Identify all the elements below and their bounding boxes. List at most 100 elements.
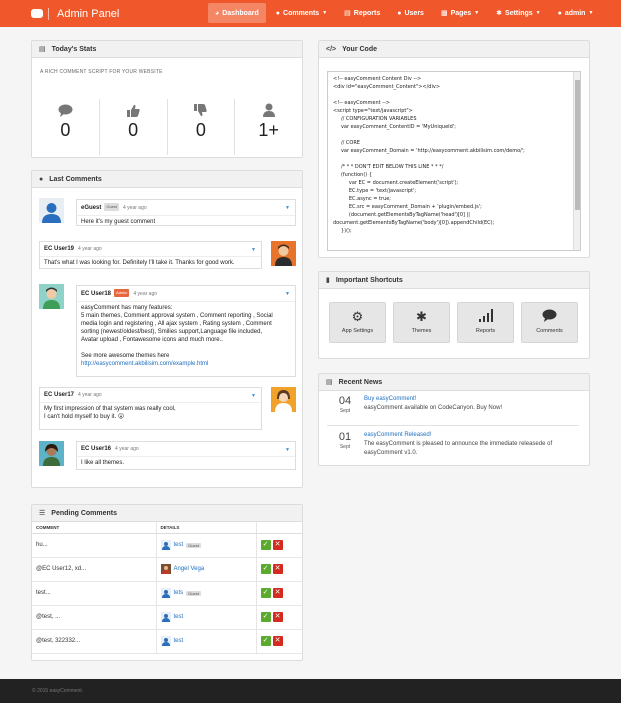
table-row: @EC User12, xd... Angel Vega ✓ ✕: [32, 557, 302, 582]
nav-label: Dashboard: [222, 9, 259, 17]
delete-button[interactable]: ✕: [272, 588, 283, 598]
nav-comments[interactable]: ● Comments ▼: [269, 3, 334, 23]
chevron-down-icon[interactable]: ▼: [285, 204, 290, 212]
comment-text: media login and registering , All ajax s…: [81, 321, 272, 327]
divider: [77, 456, 295, 457]
delete-button[interactable]: ✕: [272, 540, 283, 550]
brand[interactable]: Admin Panel: [31, 0, 119, 27]
pending-user-link[interactable]: test: [174, 542, 184, 548]
shortcut-label: Reports: [475, 328, 496, 334]
nav-pages[interactable]: ▩ Pages ▼: [434, 3, 486, 23]
comment-icon: [32, 99, 99, 117]
last-comments-panel: ● Last Comments eGuest Guest 4 year ago ▼ …: [31, 170, 303, 488]
comment-author[interactable]: EC User19: [44, 246, 74, 252]
your-code-panel: </> Your Code <!-- easyComment Content D…: [318, 40, 590, 258]
pending-actions: ✓ ✕: [255, 557, 302, 582]
news-day: 04: [338, 395, 352, 407]
panel-header: ● Last Comments: [32, 171, 302, 188]
chevron-down-icon: ▼: [474, 10, 480, 16]
nav-label: Pages: [450, 9, 472, 17]
divider: [77, 301, 295, 302]
stat-value: 0: [128, 120, 139, 140]
news-title-link[interactable]: Buy easyComment!: [364, 395, 578, 404]
guest-badge: Guest: [186, 590, 201, 596]
chevron-down-icon[interactable]: ▼: [251, 392, 256, 400]
list-icon: ☰: [39, 510, 46, 517]
embed-code-textarea[interactable]: <!-- easyComment Content Div --> <div id…: [327, 71, 581, 251]
pending-actions: ✓ ✕: [255, 605, 302, 630]
approve-button[interactable]: ✓: [260, 612, 271, 622]
thumbs-down-icon: [168, 99, 235, 117]
nav-dashboard[interactable]: ◕ Dashboard: [208, 3, 266, 23]
shortcut-comments[interactable]: Comments: [521, 302, 578, 343]
nav-reports[interactable]: ▤ Reports: [337, 3, 387, 23]
pending-user-link[interactable]: test: [174, 638, 184, 644]
comment-bubble: EC User16 4 year ago ▼ I like all themes.: [76, 441, 296, 470]
thumbs-up-icon: [100, 99, 167, 117]
delete-button[interactable]: ✕: [272, 636, 283, 646]
pending-comment-text: hu...: [32, 533, 156, 558]
comment-author[interactable]: eGuest: [81, 205, 101, 211]
shortcut-label: App Settings: [341, 328, 374, 334]
nav-label: Users: [404, 9, 424, 17]
scrollbar-thumb[interactable]: [575, 80, 580, 210]
nav-user-menu[interactable]: ● admin ▼: [551, 3, 601, 23]
pending-user-cell: test: [155, 605, 256, 630]
nav-settings[interactable]: ✱ Settings ▼: [489, 3, 547, 23]
comment-icon: ●: [275, 9, 281, 17]
report-icon: ▤: [344, 10, 351, 17]
shortcut-label: Comments: [536, 328, 563, 334]
footer: © 2015 easyComment.: [0, 679, 621, 703]
pending-user-link[interactable]: Angel Vega: [174, 566, 205, 572]
news-date: 04 Sept: [327, 395, 363, 414]
asterisk-icon: ✱: [416, 309, 427, 324]
shortcut-reports[interactable]: Reports: [457, 302, 514, 343]
code-scrollbar[interactable]: [573, 72, 580, 250]
news-title-link[interactable]: easyComment Released!: [364, 431, 578, 440]
user-avatar-icon: [160, 540, 171, 550]
avatar: [39, 284, 64, 309]
comment-author[interactable]: EC User18: [81, 291, 111, 297]
table-row: @test, 322332... test ✓ ✕: [32, 629, 302, 654]
panel-header: ☰ Pending Comments: [32, 505, 302, 522]
comment-time: 4 year ago: [78, 246, 102, 252]
code-icon: </>: [326, 45, 337, 53]
comments-icon: [522, 309, 577, 324]
shortcut-app-settings[interactable]: ⚙ App Settings: [329, 302, 386, 343]
comment-author[interactable]: EC User17: [44, 392, 74, 398]
shortcut-themes[interactable]: ✱ Themes: [393, 302, 450, 343]
dashboard-icon: ◕: [215, 9, 220, 17]
table-row: test... tets Guest ✓ ✕: [32, 581, 302, 606]
pending-actions: ✓ ✕: [255, 533, 302, 558]
nav-label: Reports: [353, 9, 381, 17]
embed-code-text: <!-- easyComment Content Div --> <div id…: [333, 76, 525, 234]
approve-button[interactable]: ✓: [260, 588, 271, 598]
news-body: Buy easyComment! easyComment available o…: [364, 395, 578, 413]
chevron-down-icon[interactable]: ▼: [285, 290, 290, 298]
nav-users[interactable]: ● Users: [390, 3, 431, 23]
comment-link[interactable]: http://easycomment.akbilisim.com/example…: [81, 360, 291, 368]
chevron-down-icon[interactable]: ▼: [251, 246, 256, 254]
panel-header: </> Your Code: [319, 41, 589, 58]
delete-button[interactable]: ✕: [272, 564, 283, 574]
chevron-down-icon: ▼: [588, 10, 594, 16]
user-avatar-icon: [160, 612, 171, 622]
chevron-down-icon[interactable]: ▼: [285, 446, 290, 454]
approve-button[interactable]: ✓: [260, 636, 271, 646]
pending-user-link[interactable]: tets: [174, 590, 184, 596]
pending-actions: ✓ ✕: [255, 629, 302, 654]
pending-user-link[interactable]: test: [174, 614, 184, 620]
comment-text: I can't hold myself to buy it. 😮: [44, 414, 125, 420]
pending-table: COMMENT DETAILS hu... test Guest ✓ ✕ @EC U…: [32, 522, 302, 654]
comment-text: See more awesome themes here: [81, 353, 170, 359]
delete-button[interactable]: ✕: [272, 612, 283, 622]
pending-comment-text: @test, 322332...: [32, 629, 156, 654]
chevron-down-icon: ▼: [322, 10, 328, 16]
panel-header: ▤ Recent News: [319, 374, 589, 391]
stat-comments: 0: [32, 99, 100, 155]
comment-author[interactable]: EC User16: [81, 446, 111, 452]
approve-button[interactable]: ✓: [260, 564, 271, 574]
table-header-row: COMMENT DETAILS: [32, 522, 302, 534]
approve-button[interactable]: ✓: [260, 540, 271, 550]
chevron-down-icon: ▼: [535, 10, 541, 16]
